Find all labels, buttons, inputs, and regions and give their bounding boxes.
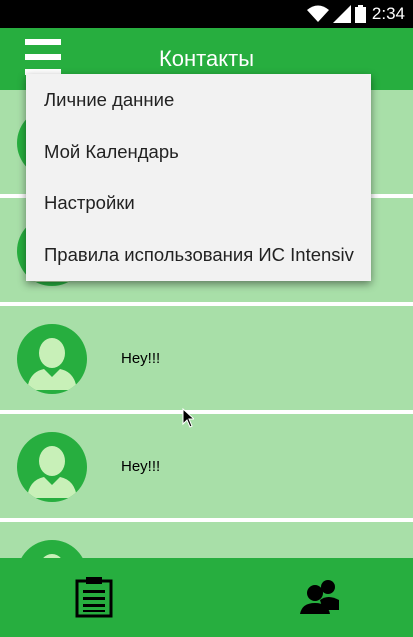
clipboard-icon[interactable]	[75, 576, 115, 618]
page-title: Контакты	[158, 46, 255, 71]
menu-item-personal-data[interactable]: Личние данние	[26, 74, 371, 126]
wifi-icon	[306, 5, 329, 22]
status-time: 2:34	[371, 4, 405, 23]
mouse-cursor-icon	[182, 408, 194, 428]
avatar	[17, 324, 87, 394]
overflow-menu: Личние данние Мой Календарь Настройки Пр…	[26, 74, 371, 281]
bottom-bar	[0, 558, 413, 637]
menu-item-calendar[interactable]: Мой Календарь	[26, 126, 371, 178]
user-icon	[27, 446, 77, 498]
list-item[interactable]: Hey!!!	[0, 306, 413, 414]
contacts-icon[interactable]	[300, 576, 340, 618]
list-item[interactable]: Hey!!!	[0, 414, 413, 522]
battery-icon	[354, 5, 366, 23]
avatar	[17, 432, 87, 502]
menu-item-settings[interactable]: Настройки	[26, 177, 371, 229]
signal-icon	[332, 5, 351, 23]
menu-item-terms[interactable]: Правила использования ИС Intensiv	[26, 229, 371, 281]
list-item-text: Hey!!!	[121, 458, 161, 475]
list-item-text: Hey!!!	[121, 350, 161, 367]
user-icon	[27, 338, 77, 390]
status-bar: 2:34	[0, 0, 413, 28]
